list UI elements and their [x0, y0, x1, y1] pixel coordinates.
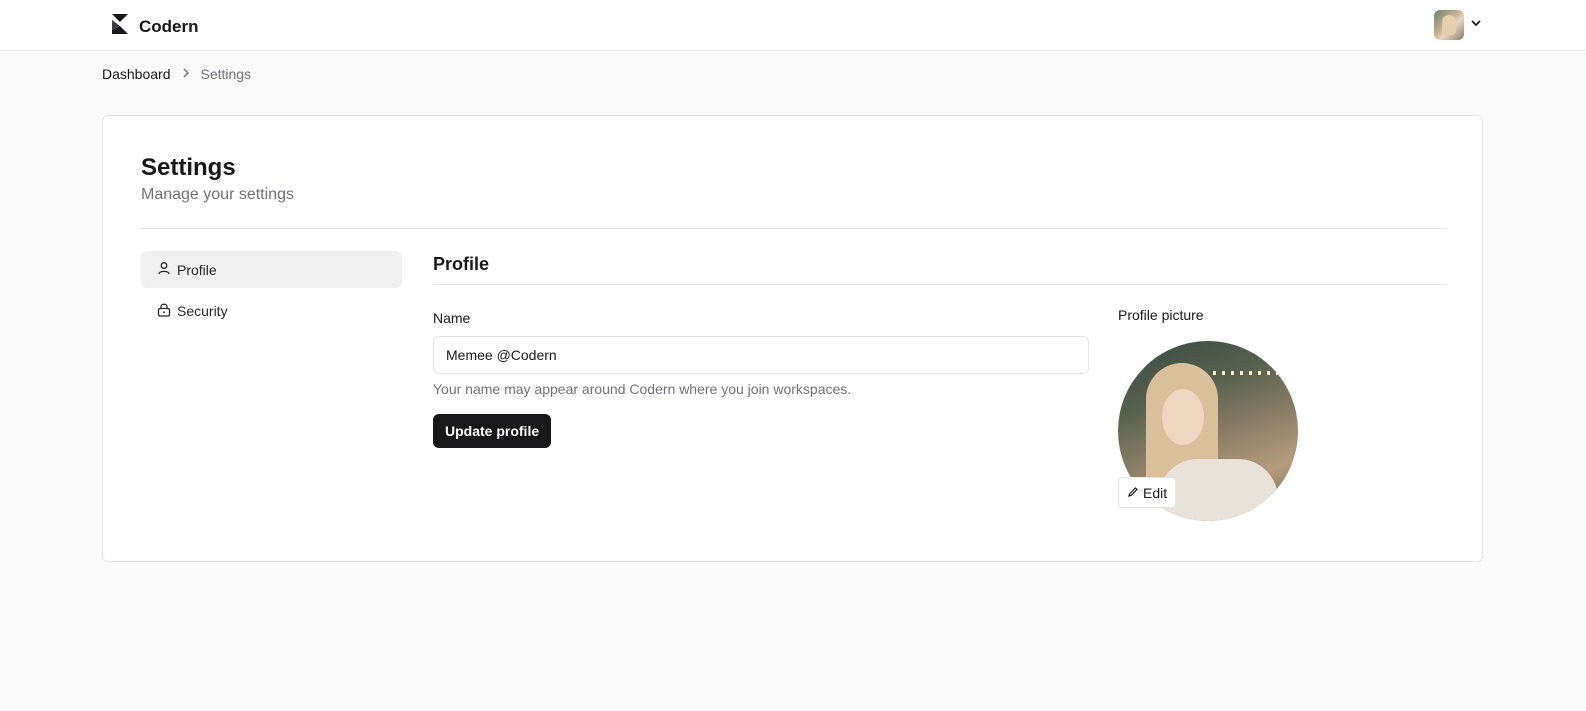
brand[interactable]: Codern — [109, 12, 199, 41]
lock-icon — [157, 302, 171, 320]
breadcrumb: Dashboard Settings — [102, 66, 251, 82]
name-field[interactable] — [433, 336, 1089, 374]
pencil-icon — [1127, 485, 1139, 501]
codern-logo-icon — [109, 12, 131, 41]
settings-card: Settings Manage your settings Profile Se… — [102, 115, 1483, 562]
page-subtitle: Manage your settings — [141, 186, 294, 203]
divider — [141, 228, 1446, 229]
update-profile-button[interactable]: Update profile — [433, 414, 552, 448]
breadcrumb-dashboard[interactable]: Dashboard — [102, 66, 171, 82]
brand-name: Codern — [139, 16, 199, 36]
section-title: Profile — [433, 254, 490, 274]
avatar[interactable] — [1434, 10, 1464, 40]
user-menu[interactable] — [1434, 10, 1482, 40]
user-icon — [157, 261, 171, 278]
edit-label: Edit — [1143, 484, 1168, 501]
name-label: Name — [433, 310, 471, 326]
sidebar-item-label: Profile — [177, 261, 217, 278]
profile-picture-label: Profile picture — [1118, 307, 1204, 323]
settings-sidebar: Profile Security — [141, 251, 402, 333]
edit-picture-button[interactable]: Edit — [1118, 477, 1177, 508]
chevron-down-icon[interactable] — [1470, 16, 1482, 34]
breadcrumb-settings: Settings — [200, 66, 252, 82]
sidebar-item-label: Security — [177, 302, 228, 319]
top-navbar: Codern — [0, 0, 1586, 51]
name-help-text: Your name may appear around Codern where… — [433, 381, 852, 397]
sidebar-item-security[interactable]: Security — [141, 292, 402, 329]
page-title: Settings — [141, 154, 236, 181]
chevron-right-icon — [181, 66, 191, 82]
sidebar-item-profile[interactable]: Profile — [141, 251, 402, 288]
section-divider — [433, 284, 1446, 285]
